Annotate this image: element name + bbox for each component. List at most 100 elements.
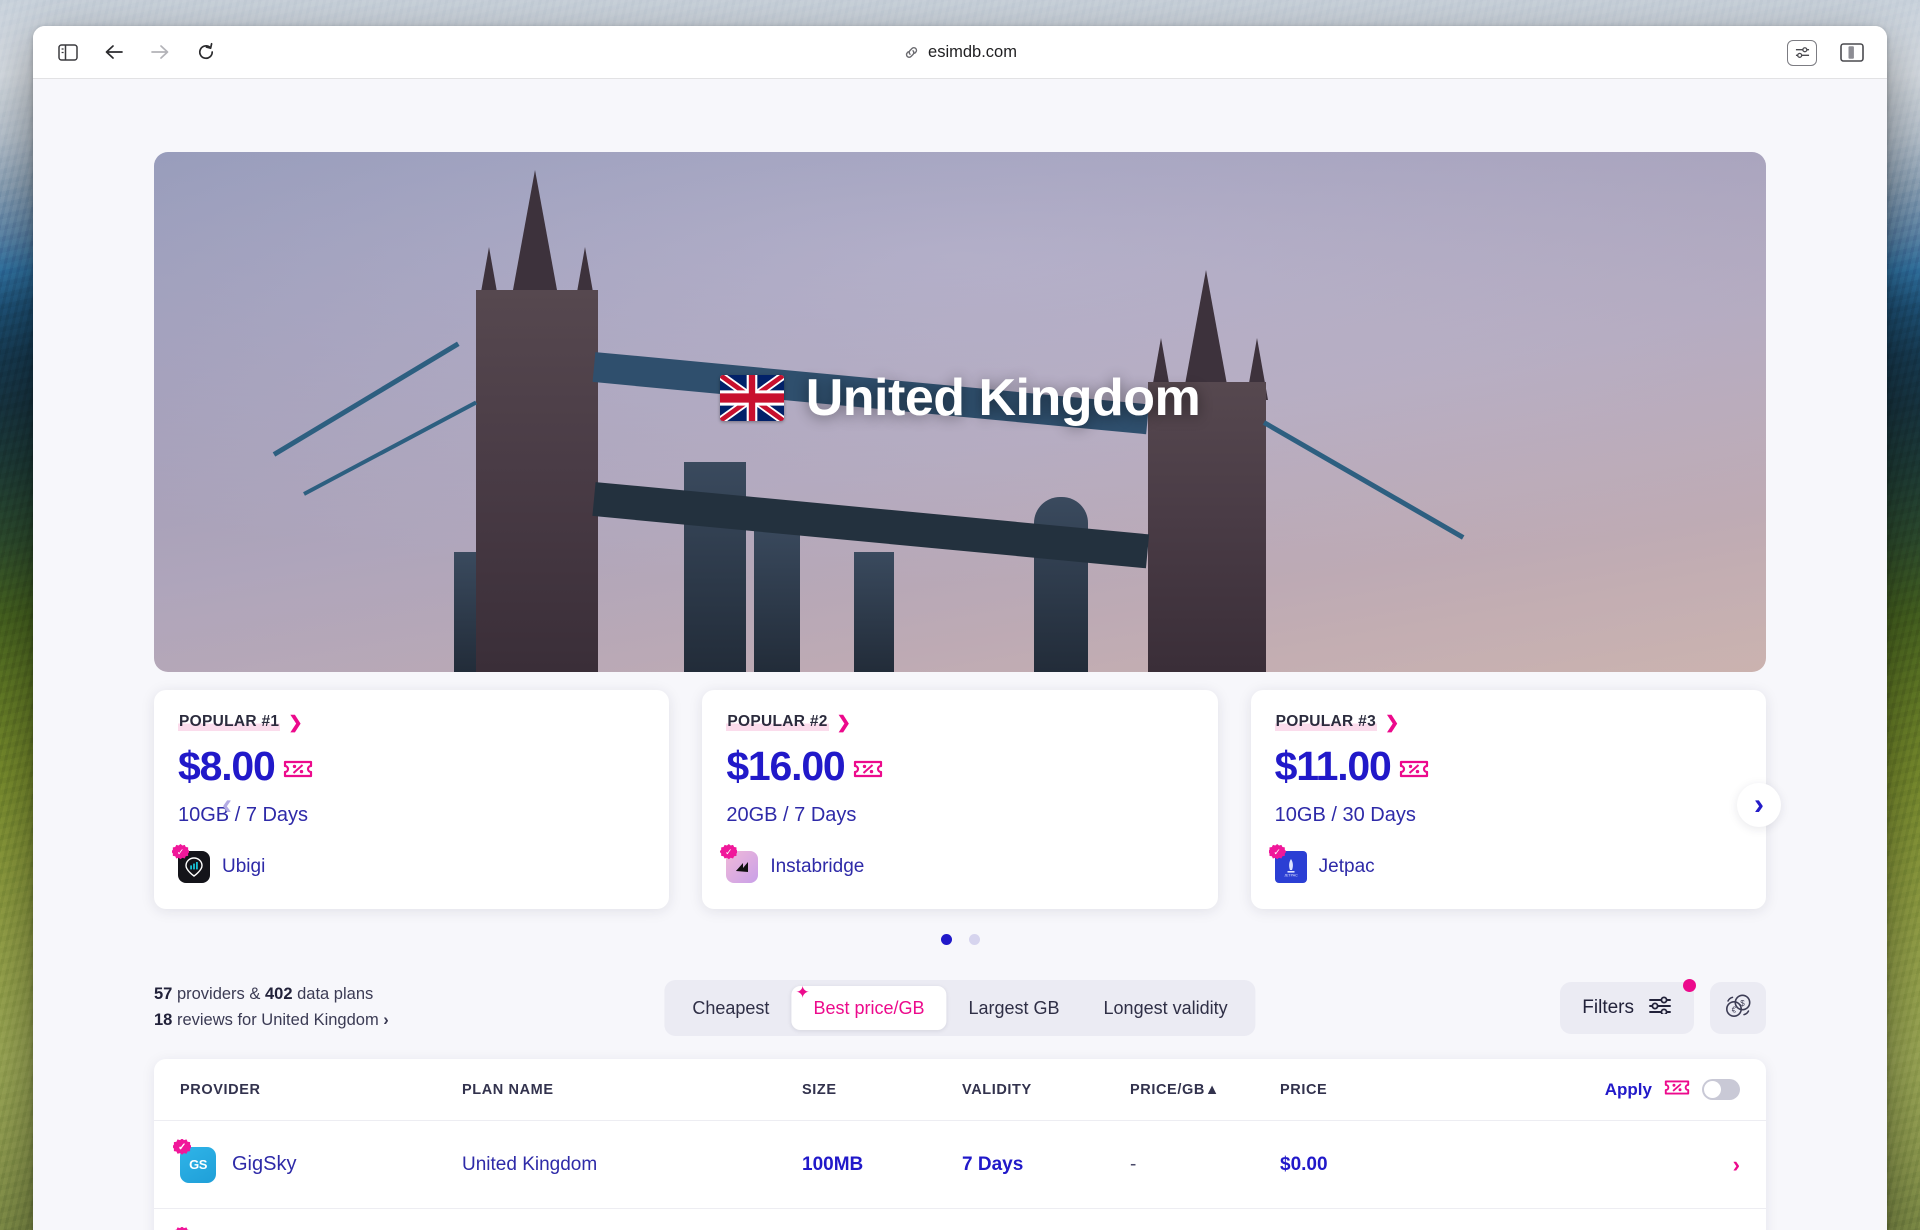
coupon-icon [1399,743,1429,790]
skyline-building-2 [754,522,800,672]
uk-flag-icon [719,375,784,421]
link-icon [903,44,920,61]
cell-price: $0.00 [1280,1153,1328,1175]
column-header-price[interactable]: PRICE [1280,1082,1460,1098]
provider-logo-jetpac: ✓ JETPAC [1268,844,1307,883]
popular-plan-card-2[interactable]: POPULAR #2 ❯ $16.00 20GB / 7 Days ✓ Inst… [702,690,1218,909]
cell-price-per-gb: - [1130,1153,1137,1175]
column-header-plan-name[interactable]: PLAN NAME [462,1082,802,1098]
controls-right: Filters $ € [1560,979,1766,1034]
column-header-price-per-gb[interactable]: PRICE/GB▲ [1130,1082,1280,1098]
browser-window: esimdb.com United Kingdom POPULAR #1 ❯ $… [33,26,1887,1230]
popular-provider-1: ✓ Ubigi [172,844,645,883]
popular-provider-3: ✓ JETPAC Jetpac [1268,844,1742,883]
popular-plans-carousel: POPULAR #1 ❯ $8.00 10GB / 7 Days ✓ Ubigi… [154,690,1766,909]
apply-coupon-toggle[interactable] [1702,1079,1740,1100]
popular-rank-label-1: POPULAR #1 ❯ [178,712,303,732]
coupon-icon [853,743,883,790]
tab-best-price-per-gb[interactable]: ✦ Best price/GB [791,983,947,1030]
stats-providers-line: 57 providers & 402 data plans [154,985,374,1004]
address-bar-url: esimdb.com [928,43,1017,61]
hero-title-group: United Kingdom [154,368,1766,428]
plans-table: PROVIDER PLAN NAME SIZE VALIDITY PRICE/G… [154,1059,1766,1230]
column-header-size[interactable]: SIZE [802,1082,962,1098]
popular-price-3: $11.00 [1275,743,1742,790]
page-title: United Kingdom [805,369,1201,427]
column-header-validity[interactable]: VALIDITY [962,1082,1130,1098]
back-arrow-icon[interactable] [97,35,131,69]
currency-exchange-button[interactable]: $ € [1710,982,1766,1034]
page-content: United Kingdom POPULAR #1 ❯ $8.00 10GB /… [33,79,1887,1230]
provider-name-2: Instabridge [770,856,865,877]
verified-badge-icon: ✓ [173,1226,191,1230]
table-row[interactable]: ✓ GS GigSky United Kingdom 100MB 7 Days … [154,1121,1766,1209]
cell-plan-name: United Kingdom [462,1153,598,1175]
cell-size: 100MB [802,1153,864,1175]
svg-text:JETPAC: JETPAC [1284,873,1298,877]
filters-label: Filters [1582,997,1634,1018]
sort-tabs: Cheapest ✦ Best price/GB Largest GB Long… [664,980,1256,1036]
sidebar-toggle-icon[interactable] [51,35,85,69]
provider-name: GigSky [232,1153,297,1175]
list-controls: 57 providers & 402 data plans 18 reviews… [154,977,1766,1039]
provider-name-1: Ubigi [222,856,266,877]
browser-toolbar: esimdb.com [33,26,1887,79]
forward-arrow-icon [143,35,177,69]
toolbar-right-controls [1787,26,1869,79]
tab-longest-validity[interactable]: Longest validity [1082,986,1250,1030]
filters-button[interactable]: Filters [1560,979,1696,1034]
sort-ascending-icon: ▲ [1204,1081,1220,1098]
svg-text:$: $ [1740,999,1745,1008]
tab-cheapest[interactable]: Cheapest [670,986,791,1030]
popular-price-2: $16.00 [726,743,1193,790]
skyline-building-5 [854,552,894,672]
address-bar-container: esimdb.com [33,26,1887,79]
bridge-left-tower [476,290,598,672]
column-header-provider[interactable]: PROVIDER [180,1082,462,1098]
table-header-row: PROVIDER PLAN NAME SIZE VALIDITY PRICE/G… [154,1059,1766,1121]
reload-icon[interactable] [189,35,223,69]
desktop-wallpaper: esimdb.com United Kingdom POPULAR #1 ❯ $… [0,0,1920,1230]
svg-text:€: € [1732,1005,1737,1014]
toolbar-left-controls [51,35,223,69]
hero-banner: United Kingdom [154,152,1766,672]
page-settings-icon[interactable] [1787,39,1817,66]
tab-largest-gb[interactable]: Largest GB [946,986,1081,1030]
carousel-dot-2[interactable] [968,934,980,945]
provider-logo-gigsky: ✓ GS [173,1138,216,1183]
popular-meta-3: 10GB / 30 Days [1274,804,1416,826]
table-row[interactable]: ✓ GS GigSky Europe 100MB 7 Days - $0.00 … [154,1209,1766,1230]
carousel-dot-1[interactable] [940,934,952,945]
carousel-dots [33,934,1887,945]
table-body: ✓ GS GigSky United Kingdom 100MB 7 Days … [154,1121,1766,1230]
stats-reviews-link[interactable]: 18 reviews for United Kingdom › [154,1008,389,1034]
popular-plan-card-3[interactable]: POPULAR #3 ❯ $11.00 10GB / 30 Days ✓ JET [1250,690,1766,909]
carousel-prev-button[interactable]: ‹ [205,783,249,827]
apply-coupon-control[interactable]: Apply [1460,1078,1740,1102]
verified-badge-icon: ✓ [173,1138,191,1155]
provider-logo-ubigi: ✓ [172,844,210,883]
split-view-icon[interactable] [1835,36,1869,70]
cell-provider: ✓ GS GigSky [173,1138,462,1183]
chevron-right-icon: ❯ [1385,712,1400,732]
provider-name-3: Jetpac [1318,856,1375,877]
sparkle-icon: ✦ [795,983,810,1002]
popular-provider-2: ✓ Instabridge [720,844,1193,883]
row-chevron-icon[interactable]: › [1460,1152,1740,1178]
popular-rank-label-2: POPULAR #2 ❯ [726,712,852,732]
provider-logo-instabridge: ✓ [720,844,759,883]
carousel-next-button[interactable]: › [1737,783,1781,827]
coupon-icon [283,743,313,790]
bridge-left-spire [513,170,557,290]
address-bar[interactable]: esimdb.com [891,39,1029,66]
popular-meta-2: 20GB / 7 Days [726,804,857,826]
filters-badge [1683,979,1696,992]
coupon-icon [1664,1078,1690,1102]
table-header: PROVIDER PLAN NAME SIZE VALIDITY PRICE/G… [154,1059,1766,1121]
skyline-building-3 [1034,497,1088,672]
currency-exchange-icon: $ € [1724,993,1752,1024]
chevron-right-icon: ❯ [836,712,852,732]
chevron-right-icon: › [383,1011,389,1029]
popular-rank-label-3: POPULAR #3 ❯ [1274,712,1400,732]
cell-validity: 7 Days [962,1153,1024,1175]
